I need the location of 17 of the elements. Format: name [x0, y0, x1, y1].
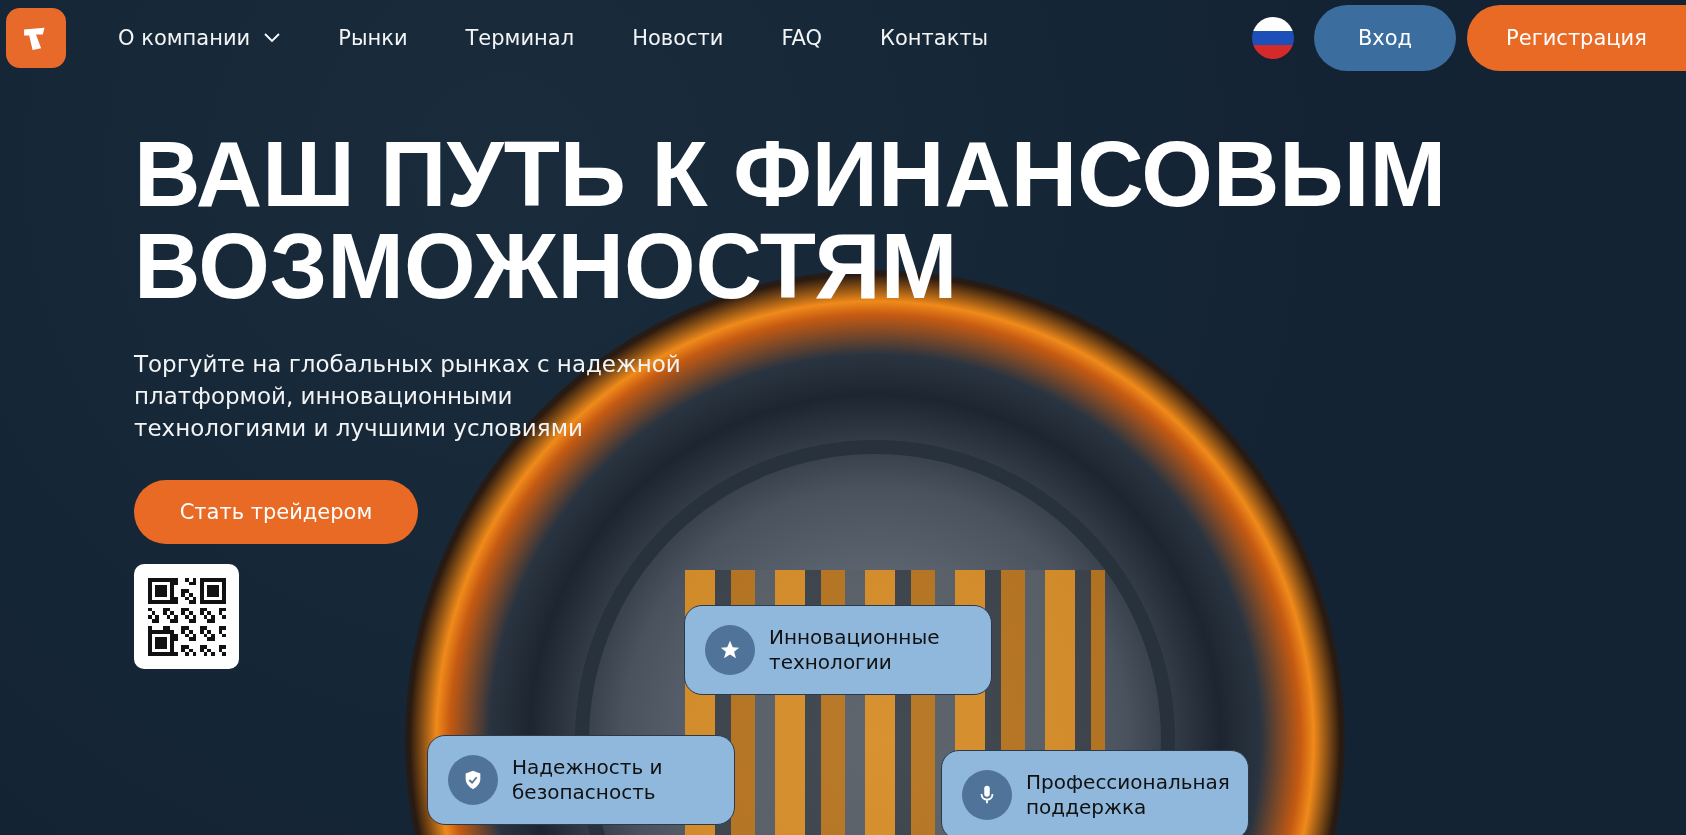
nav-link[interactable]: Новости [632, 26, 724, 50]
feature-text: Профессиональная поддержка [1026, 770, 1230, 820]
microphone-icon [962, 770, 1012, 820]
shield-check-icon [448, 755, 498, 805]
flag-icon[interactable] [1252, 17, 1294, 59]
login-button[interactable]: Вход [1314, 5, 1456, 71]
nav-link[interactable]: О компании [118, 26, 281, 50]
chevron-down-icon [264, 33, 281, 43]
feature-text: Надежность и безопасность [512, 755, 663, 805]
hero-heading: ВАШ ПУТЬ К ФИНАНСОВЫМ ВОЗМОЖНОСТЯМ [134, 128, 1448, 312]
nav-link[interactable]: FAQ [781, 26, 823, 50]
logo-icon[interactable] [6, 8, 66, 68]
nav-link[interactable]: Терминал [465, 26, 575, 50]
feature-text: Инновационные технологии [769, 625, 940, 675]
nav-link[interactable]: Контакты [880, 26, 989, 50]
qr-code[interactable] [134, 564, 239, 669]
nav-link[interactable]: Рынки [338, 26, 408, 50]
